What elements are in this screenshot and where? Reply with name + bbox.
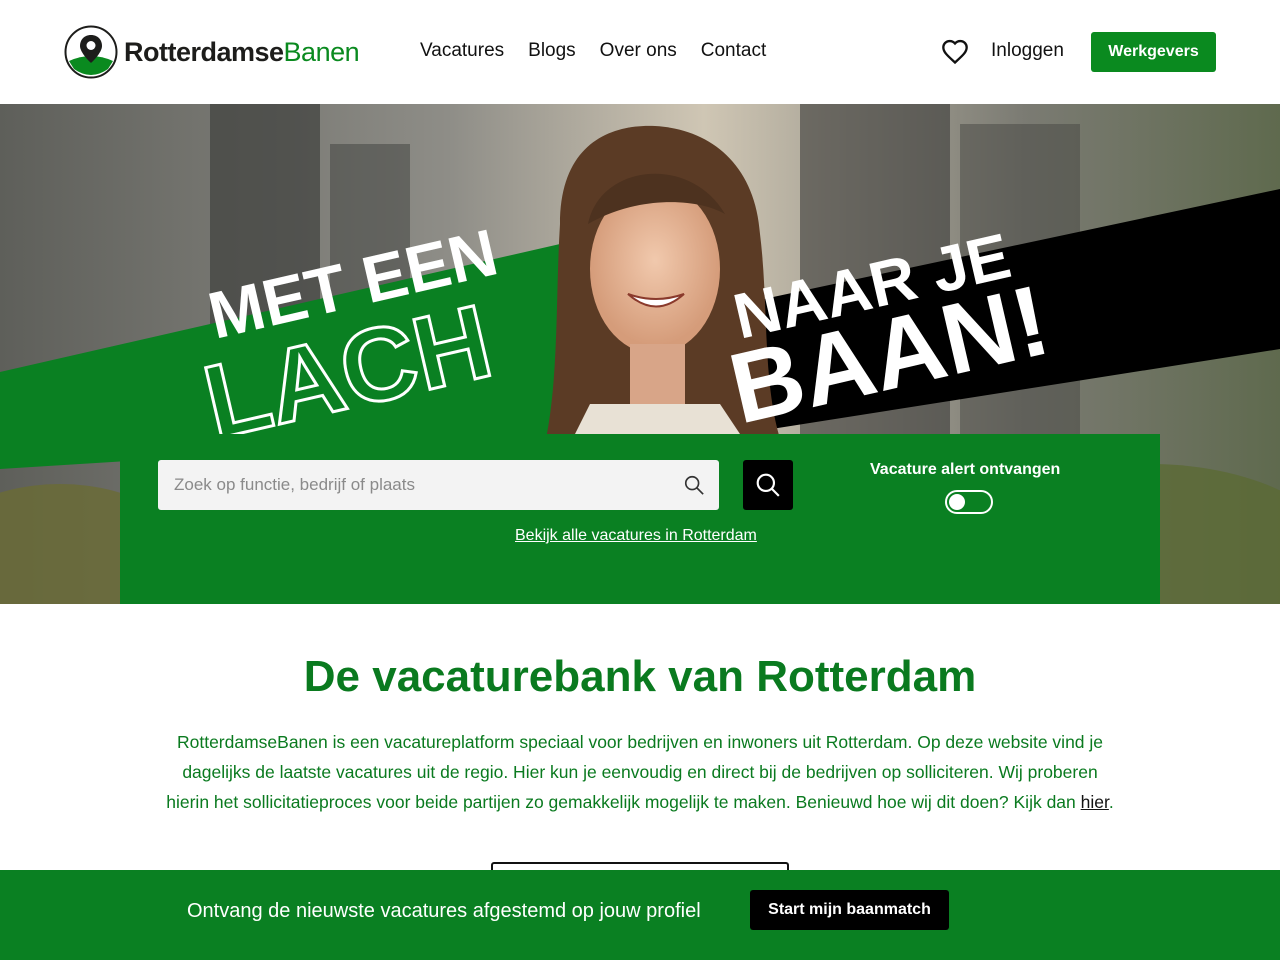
search-icon	[756, 473, 780, 497]
site-header: RotterdamseBanen Vacatures Blogs Over on…	[0, 0, 1280, 104]
nav-blogs[interactable]: Blogs	[528, 40, 576, 62]
nav-over-ons[interactable]: Over ons	[600, 40, 677, 62]
search-icon	[684, 475, 704, 495]
intro-text: RotterdamseBanen is een vacatureplatform…	[166, 732, 1104, 812]
main-nav: Vacatures Blogs Over ons Contact	[420, 40, 766, 62]
heart-icon[interactable]	[941, 38, 969, 66]
all-vacancies-link[interactable]: Bekijk alle vacatures in Rotterdam	[515, 527, 757, 545]
nav-vacatures[interactable]: Vacatures	[420, 40, 504, 62]
intro-paragraph: RotterdamseBanen is een vacatureplatform…	[160, 727, 1120, 817]
logo-text-part2: Banen	[283, 36, 360, 67]
baanmatch-button[interactable]: Start mijn baanmatch	[750, 890, 949, 930]
search-input[interactable]	[158, 460, 678, 510]
nav-contact[interactable]: Contact	[701, 40, 766, 62]
search-button[interactable]	[743, 460, 793, 510]
employers-button[interactable]: Werkgevers	[1091, 32, 1216, 72]
intro-hier-link[interactable]: hier	[1081, 792, 1109, 812]
login-link[interactable]: Inloggen	[991, 40, 1064, 62]
logo-text-part1: Rotterdamse	[124, 36, 284, 67]
baanmatch-text: Ontvang de nieuwste vacatures afgestemd …	[187, 900, 701, 922]
vacancy-alert-label: Vacature alert ontvangen	[870, 461, 1061, 478]
logo-text: RotterdamseBanen	[124, 36, 360, 68]
vacancy-alert-toggle[interactable]	[945, 490, 993, 514]
search-field[interactable]	[158, 460, 719, 510]
page-title: De vacaturebank van Rotterdam	[303, 652, 977, 701]
map-pin-logo-icon	[64, 25, 118, 79]
logo[interactable]: RotterdamseBanen	[64, 25, 360, 79]
intro-text-end: .	[1108, 792, 1114, 812]
